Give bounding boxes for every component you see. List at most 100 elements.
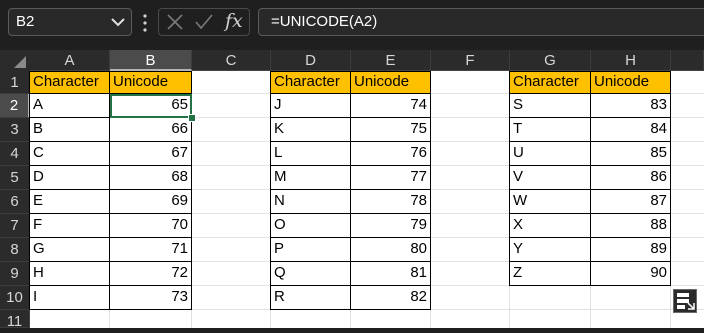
table2-unicode-cell[interactable]: 77 xyxy=(351,166,431,190)
column-header-c[interactable]: C xyxy=(192,50,271,71)
table3-character-cell[interactable]: S xyxy=(510,94,591,118)
table2-character-cell[interactable]: L xyxy=(271,142,351,166)
table3-unicode-cell[interactable]: 86 xyxy=(591,166,671,190)
table2-unicode-cell[interactable]: 80 xyxy=(351,238,431,262)
name-box[interactable]: B2 xyxy=(8,8,132,36)
table-border xyxy=(29,71,30,310)
table3-unicode-cell[interactable]: 90 xyxy=(591,262,671,286)
column-header-extra[interactable] xyxy=(671,50,704,71)
table-border xyxy=(270,309,431,310)
table1-unicode-cell[interactable]: 70 xyxy=(110,214,192,238)
checkmark-icon[interactable] xyxy=(194,13,214,31)
table-border xyxy=(430,71,431,310)
table1-unicode-cell[interactable]: 67 xyxy=(110,142,192,166)
table3-character-cell[interactable]: V xyxy=(510,166,591,190)
table-border xyxy=(270,213,431,214)
row-header-7[interactable]: 7 xyxy=(0,214,30,238)
table3-header-character[interactable]: Character xyxy=(510,71,591,94)
row-header-2[interactable]: 2 xyxy=(0,94,30,118)
table3-unicode-cell[interactable]: 89 xyxy=(591,238,671,262)
row-header-1[interactable]: 1 xyxy=(0,71,30,94)
table3-header-unicode[interactable]: Unicode xyxy=(591,71,671,94)
table3-unicode-cell[interactable]: 87 xyxy=(591,190,671,214)
table-border xyxy=(509,237,671,238)
table3-character-cell[interactable]: Y xyxy=(510,238,591,262)
insert-function-icon[interactable]: fx xyxy=(225,9,243,33)
table2-header-unicode[interactable]: Unicode xyxy=(351,71,431,94)
table-border xyxy=(509,141,671,142)
row-header-6[interactable]: 6 xyxy=(0,190,30,214)
quick-analysis-icon[interactable] xyxy=(673,289,697,313)
table3-unicode-cell[interactable]: 88 xyxy=(591,214,671,238)
table2-header-character[interactable]: Character xyxy=(271,71,351,94)
table1-character-cell[interactable]: G xyxy=(30,238,110,262)
column-header-h[interactable]: H xyxy=(591,50,671,71)
table1-character-cell[interactable]: F xyxy=(30,214,110,238)
table2-character-cell[interactable]: R xyxy=(271,286,351,310)
table2-character-cell[interactable]: Q xyxy=(271,262,351,286)
table1-character-cell[interactable]: H xyxy=(30,262,110,286)
row-header-3[interactable]: 3 xyxy=(0,118,30,142)
table2-unicode-cell[interactable]: 82 xyxy=(351,286,431,310)
table1-character-cell[interactable]: C xyxy=(30,142,110,166)
name-box-value: B2 xyxy=(16,13,35,30)
table2-character-cell[interactable]: P xyxy=(271,238,351,262)
table2-character-cell[interactable]: O xyxy=(271,214,351,238)
table2-character-cell[interactable]: J xyxy=(271,94,351,118)
table-border xyxy=(270,71,431,72)
row-header-9[interactable]: 9 xyxy=(0,262,30,286)
table3-unicode-cell[interactable]: 83 xyxy=(591,94,671,118)
fill-handle[interactable] xyxy=(188,114,196,122)
table-border xyxy=(270,165,431,166)
table1-unicode-cell[interactable]: 72 xyxy=(110,262,192,286)
table-border xyxy=(29,237,192,238)
table-border xyxy=(509,165,671,166)
table1-header-unicode[interactable]: Unicode xyxy=(110,71,192,94)
table1-unicode-cell[interactable]: 68 xyxy=(110,166,192,190)
row-header-4[interactable]: 4 xyxy=(0,142,30,166)
table3-character-cell[interactable]: Z xyxy=(510,262,591,286)
table3-character-cell[interactable]: W xyxy=(510,190,591,214)
table2-character-cell[interactable]: M xyxy=(271,166,351,190)
table-border xyxy=(29,213,192,214)
more-options-icon[interactable] xyxy=(143,14,147,32)
table1-unicode-cell[interactable]: 69 xyxy=(110,190,192,214)
active-cell-b2[interactable] xyxy=(110,94,192,118)
table2-unicode-cell[interactable]: 75 xyxy=(351,118,431,142)
table2-unicode-cell[interactable]: 76 xyxy=(351,142,431,166)
table2-character-cell[interactable]: K xyxy=(271,118,351,142)
table2-unicode-cell[interactable]: 79 xyxy=(351,214,431,238)
column-header-a[interactable]: A xyxy=(30,50,110,71)
table1-character-cell[interactable]: E xyxy=(30,190,110,214)
table1-character-cell[interactable]: D xyxy=(30,166,110,190)
select-all-icon[interactable] xyxy=(14,56,26,68)
table1-unicode-cell[interactable]: 73 xyxy=(110,286,192,310)
column-header-g[interactable]: G xyxy=(510,50,591,71)
table1-character-cell[interactable]: A xyxy=(30,94,110,118)
cancel-icon[interactable] xyxy=(166,13,184,31)
table2-unicode-cell[interactable]: 74 xyxy=(351,94,431,118)
table3-character-cell[interactable]: X xyxy=(510,214,591,238)
table1-unicode-cell[interactable]: 66 xyxy=(110,118,192,142)
column-header-f[interactable]: F xyxy=(431,50,510,71)
table2-unicode-cell[interactable]: 81 xyxy=(351,262,431,286)
table3-unicode-cell[interactable]: 84 xyxy=(591,118,671,142)
chevron-down-icon[interactable] xyxy=(111,18,125,27)
table2-character-cell[interactable]: N xyxy=(271,190,351,214)
table3-character-cell[interactable]: T xyxy=(510,118,591,142)
table1-unicode-cell[interactable]: 71 xyxy=(110,238,192,262)
row-header-10[interactable]: 10 xyxy=(0,286,30,310)
formula-input[interactable]: =UNICODE(A2) xyxy=(258,8,704,36)
table1-character-cell[interactable]: I xyxy=(30,286,110,310)
column-header-d[interactable]: D xyxy=(271,50,351,71)
row-header-8[interactable]: 8 xyxy=(0,238,30,262)
table3-unicode-cell[interactable]: 85 xyxy=(591,142,671,166)
table1-header-character[interactable]: Character xyxy=(30,71,110,94)
row-header-5[interactable]: 5 xyxy=(0,166,30,190)
table1-character-cell[interactable]: B xyxy=(30,118,110,142)
row-header-11[interactable]: 11 xyxy=(0,310,30,330)
table3-character-cell[interactable]: U xyxy=(510,142,591,166)
column-header-b[interactable]: B xyxy=(110,50,192,71)
column-header-e[interactable]: E xyxy=(351,50,431,71)
table2-unicode-cell[interactable]: 78 xyxy=(351,190,431,214)
